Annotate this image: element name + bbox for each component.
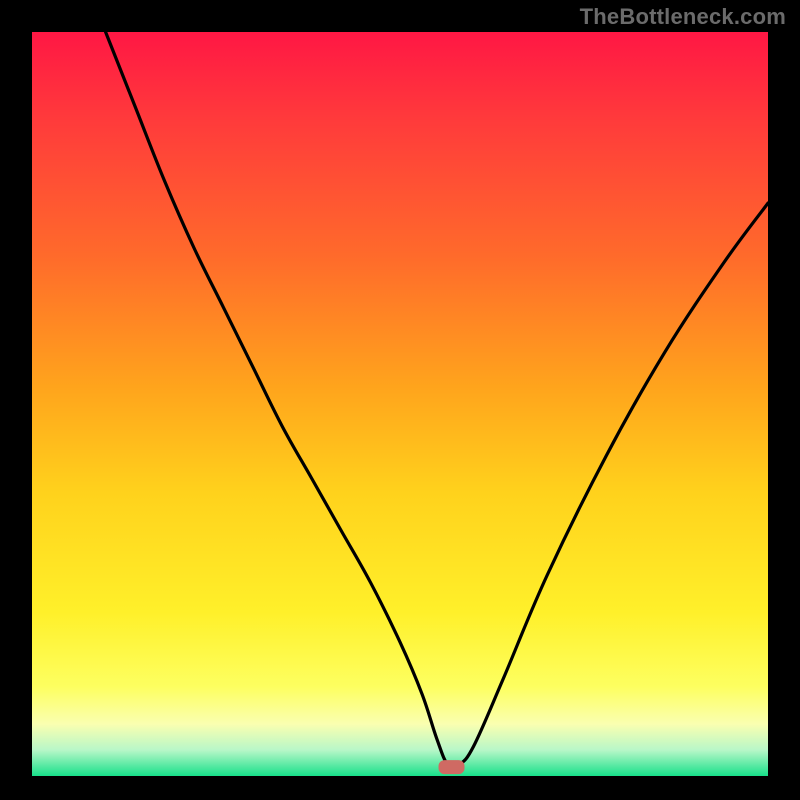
bottleneck-chart [0, 0, 800, 800]
chart-frame: TheBottleneck.com [0, 0, 800, 800]
chart-background [32, 32, 768, 776]
optimal-point-marker [439, 760, 465, 774]
